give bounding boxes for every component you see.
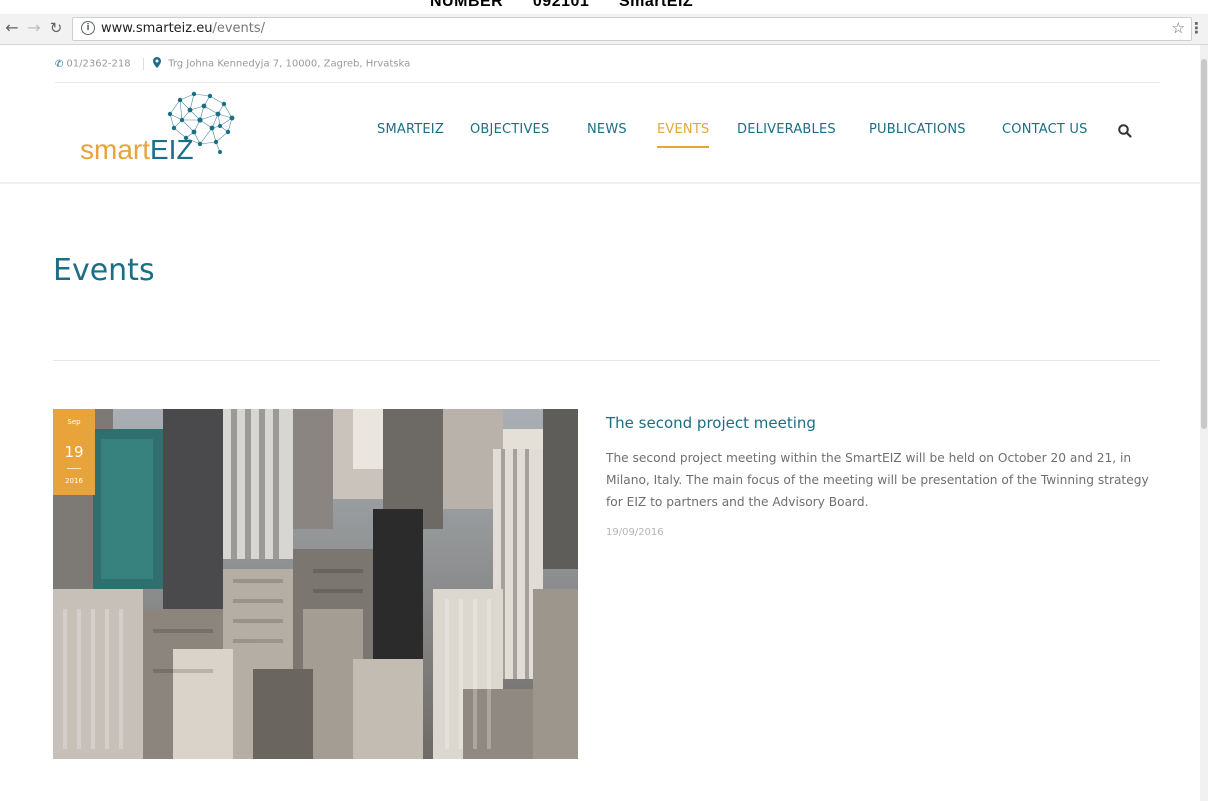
content-divider xyxy=(53,360,1160,361)
arrow-right-icon[interactable]: → xyxy=(24,18,44,38)
browser-toolbar: ← → ↻ i www.smarteiz.eu/events/ ☆ ⋮ xyxy=(0,14,1208,45)
nav-item-contact-us[interactable]: CONTACT US xyxy=(1002,122,1088,137)
page-title: Events xyxy=(53,253,155,288)
document-header: NUMBER 092101 SmartEIZ xyxy=(0,0,1208,14)
logo-text-eiz: EIZ xyxy=(150,134,194,165)
kebab-menu-icon[interactable]: ⋮ xyxy=(1189,19,1204,37)
header-divider xyxy=(0,182,1200,184)
nav-item-events-label: EVENTS xyxy=(657,122,710,137)
reload-icon[interactable]: ↻ xyxy=(46,18,66,38)
phone-number[interactable]: 01/2362-218 xyxy=(66,59,130,70)
nav-item-objectives[interactable]: OBJECTIVES xyxy=(470,122,549,137)
location-pin-icon xyxy=(153,57,164,71)
site-logo[interactable]: smartEIZ xyxy=(80,88,260,174)
nav-item-news[interactable]: NEWS xyxy=(587,122,627,137)
badge-divider xyxy=(67,468,81,469)
active-nav-underline xyxy=(657,146,710,148)
scrollbar[interactable] xyxy=(1200,45,1208,801)
event-description: The second project meeting within the Sm… xyxy=(606,451,1149,509)
scrollbar-thumb[interactable] xyxy=(1201,59,1207,429)
url-host: www.smarteiz.eu xyxy=(101,21,213,36)
badge-year: 2016 xyxy=(65,477,83,485)
nav-item-deliverables[interactable]: DELIVERABLES xyxy=(737,122,836,137)
search-icon[interactable] xyxy=(1117,123,1133,139)
event-title-link[interactable]: The second project meeting xyxy=(606,414,816,432)
nav-item-smarteiz[interactable]: SMARTEIZ xyxy=(377,122,444,137)
nav-item-events[interactable]: EVENTS xyxy=(657,122,710,148)
badge-month: Sep xyxy=(67,418,81,426)
topinfo-divider xyxy=(55,82,1160,83)
event-date-badge: Sep 19 2016 xyxy=(53,409,95,495)
logo-wordmark: smartEIZ xyxy=(80,134,194,166)
info-icon[interactable]: i xyxy=(81,21,95,35)
phone-icon: ✆ xyxy=(55,58,64,70)
arrow-left-icon[interactable]: ← xyxy=(2,18,22,38)
top-info-bar: ✆ 01/2362-218 Trg Johna Kennedyja 7, 1000… xyxy=(55,57,410,71)
address-bar[interactable]: i www.smarteiz.eu/events/ ☆ xyxy=(72,17,1192,41)
event-date: 19/09/2016 xyxy=(606,527,664,538)
star-icon[interactable]: ☆ xyxy=(1172,19,1185,37)
nav-item-publications[interactable]: PUBLICATIONS xyxy=(869,122,966,137)
address-text: Trg Johna Kennedyja 7, 10000, Zagreb, Hr… xyxy=(168,58,411,70)
url-text[interactable]: www.smarteiz.eu/events/ xyxy=(101,21,265,36)
badge-day: 19 xyxy=(64,443,84,461)
url-path: /events/ xyxy=(212,21,266,36)
city-skyline-image xyxy=(53,409,578,759)
topinfo-separator xyxy=(142,58,144,70)
logo-text-smart: smart xyxy=(80,134,150,165)
event-image[interactable] xyxy=(53,409,578,759)
document-header-text: NUMBER 092101 SmartEIZ xyxy=(430,0,694,10)
